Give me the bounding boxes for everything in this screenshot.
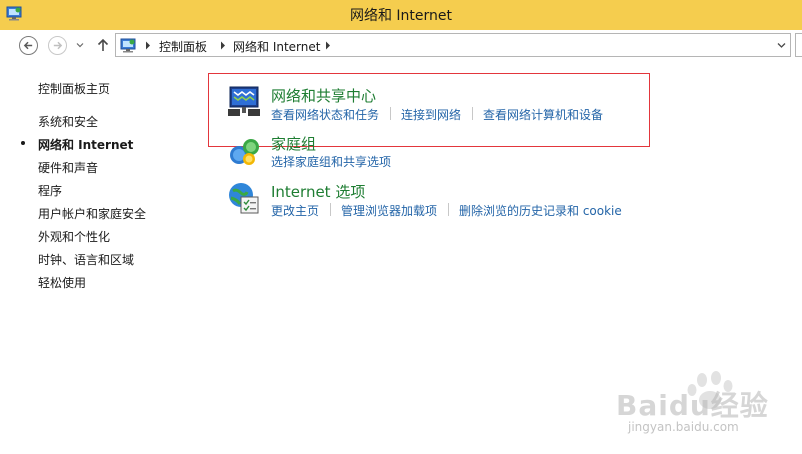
sidebar-item-appearance[interactable]: 外观和个性化: [38, 228, 110, 245]
watermark-url: jingyan.baidu.com: [628, 420, 739, 434]
link-separator: [330, 203, 331, 216]
sidebar-item-programs[interactable]: 程序: [38, 182, 62, 199]
forward-button[interactable]: [48, 36, 67, 55]
category-title-homegroup[interactable]: 家庭组: [271, 133, 316, 154]
link-homegroup-sharing-options[interactable]: 选择家庭组和共享选项: [271, 153, 391, 170]
back-button[interactable]: [19, 36, 38, 55]
link-connect-to-network[interactable]: 连接到网络: [401, 106, 461, 123]
category-title-internet-options[interactable]: Internet 选项: [271, 181, 365, 202]
sidebar-item-network-internet[interactable]: 网络和 Internet: [38, 136, 133, 153]
window-title: 网络和 Internet: [349, 8, 453, 24]
sidebar: 控制面板主页 系统和安全 网络和 Internet 硬件和声音 程序 用户帐户和…: [0, 60, 200, 454]
link-separator: [390, 107, 391, 120]
current-page-bullet: [21, 141, 25, 145]
watermark-text: Baidu经验: [616, 389, 769, 422]
breadcrumb-chevron-icon[interactable]: [220, 41, 226, 50]
breadcrumb-network-internet[interactable]: 网络和 Internet: [233, 38, 320, 55]
control-panel-icon: [120, 38, 136, 53]
recent-locations-chevron-icon[interactable]: [76, 41, 84, 49]
link-manage-browser-addons[interactable]: 管理浏览器加载项: [341, 202, 437, 219]
address-bar[interactable]: 控制面板 网络和 Internet: [115, 33, 791, 57]
sidebar-item-user-accounts[interactable]: 用户帐户和家庭安全: [38, 205, 146, 222]
sidebar-item-hardware-sound[interactable]: 硬件和声音: [38, 159, 98, 176]
breadcrumb-control-panel[interactable]: 控制面板: [159, 38, 207, 55]
breadcrumb-chevron-icon[interactable]: [325, 41, 331, 50]
title-bar: 网络和 Internet: [0, 0, 802, 30]
sidebar-item-clock-language-region[interactable]: 时钟、语言和区域: [38, 251, 134, 268]
link-delete-browsing-history[interactable]: 删除浏览的历史记录和 cookie: [459, 202, 622, 219]
category-title-network-sharing-center[interactable]: 网络和共享中心: [271, 85, 376, 106]
arrow-left-icon: [23, 41, 33, 50]
chevron-down-icon[interactable]: [777, 42, 786, 49]
search-box[interactable]: [795, 33, 802, 57]
internet-options-icon[interactable]: [227, 181, 261, 215]
link-view-network-computers[interactable]: 查看网络计算机和设备: [483, 106, 603, 123]
link-separator: [472, 107, 473, 120]
link-separator: [448, 203, 449, 216]
link-change-homepage[interactable]: 更改主页: [271, 202, 319, 219]
link-view-network-status[interactable]: 查看网络状态和任务: [271, 106, 379, 123]
breadcrumb-chevron-icon[interactable]: [145, 41, 151, 50]
network-sharing-center-icon[interactable]: [227, 84, 261, 118]
arrow-right-icon: [53, 41, 63, 50]
up-arrow-icon[interactable]: [96, 38, 110, 52]
sidebar-item-system-security[interactable]: 系统和安全: [38, 113, 98, 130]
sidebar-item-ease-of-access[interactable]: 轻松使用: [38, 274, 86, 291]
homegroup-icon[interactable]: [227, 133, 261, 167]
sidebar-item-control-panel-home[interactable]: 控制面板主页: [38, 80, 110, 97]
